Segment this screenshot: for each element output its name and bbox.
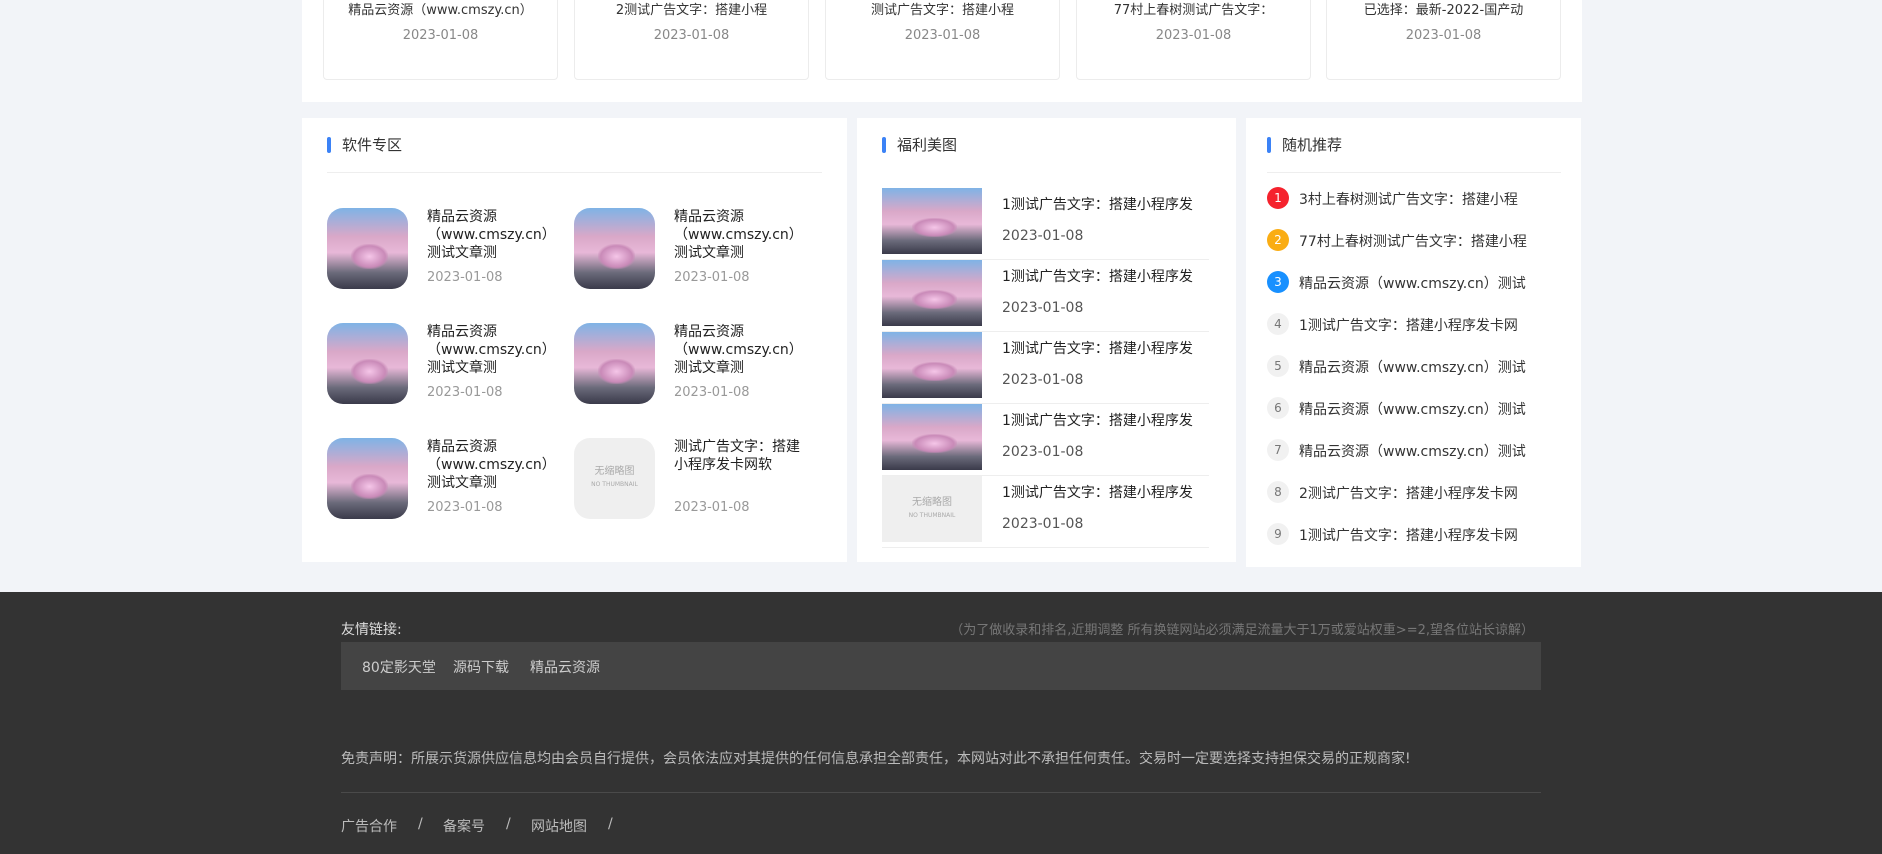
random-item-title[interactable]: 1测试广告文字：搭建小程序发卡网	[1299, 315, 1549, 335]
fuli-item[interactable]: 1测试广告文字：搭建小程序发 2023-01-08	[882, 404, 1209, 476]
random-item-title[interactable]: 1测试广告文字：搭建小程序发卡网	[1299, 525, 1549, 545]
fuli-item-title[interactable]: 1测试广告文字：搭建小程序发	[1002, 194, 1209, 214]
fuli-item[interactable]: 1测试广告文字：搭建小程序发 2023-01-08	[882, 332, 1209, 404]
friend-link[interactable]: 源码下载	[453, 657, 509, 677]
fuli-section-title: 福利美图	[882, 136, 957, 154]
software-item-date: 2023-01-08	[427, 270, 503, 285]
top-article-date: 2023-01-08	[402, 28, 479, 43]
footer-link-beian[interactable]: 备案号	[443, 816, 485, 836]
top-article-title[interactable]: 已选择：最新-2022-国产动	[1327, 0, 1560, 18]
fuli-item[interactable]: 1测试广告文字：搭建小程序发 2023-01-08	[882, 260, 1209, 332]
fuli-item[interactable]: 1测试广告文字：搭建小程序发 2023-01-08	[882, 188, 1209, 260]
top-article-title[interactable]: 测试广告文字：搭建小程	[826, 0, 1059, 18]
fuli-item-title[interactable]: 1测试广告文字：搭建小程序发	[1002, 482, 1209, 502]
software-item-date: 2023-01-08	[674, 385, 750, 400]
fuli-item-date: 2023-01-08	[1002, 228, 1084, 244]
random-item-title[interactable]: 3村上春树测试广告文字：搭建小程	[1299, 189, 1549, 209]
random-item-title[interactable]: 77村上春树测试广告文字：搭建小程	[1299, 231, 1549, 251]
fuli-item-title[interactable]: 1测试广告文字：搭建小程序发	[1002, 266, 1209, 286]
rank-number-badge: 7	[1267, 439, 1289, 461]
thumbnail-image[interactable]	[882, 260, 982, 326]
rank-number-badge: 2	[1267, 229, 1289, 251]
software-item[interactable]: 精品云资源（www.cmszy.cn）测试文章测 2023-01-08	[327, 438, 557, 520]
software-item[interactable]: 精品云资源（www.cmszy.cn）测试文章测 2023-01-08	[574, 208, 804, 290]
software-item-date: 2023-01-08	[427, 500, 503, 515]
fuli-item-title[interactable]: 1测试广告文字：搭建小程序发	[1002, 338, 1209, 358]
no-thumbnail-image[interactable]: 无缩略图 NO THUMBNAIL	[574, 438, 655, 519]
software-item[interactable]: 精品云资源（www.cmszy.cn）测试文章测 2023-01-08	[327, 208, 557, 290]
footer-separator: /	[506, 816, 511, 832]
top-article-title[interactable]: 2测试广告文字：搭建小程	[575, 0, 808, 18]
software-item-title[interactable]: 精品云资源（www.cmszy.cn）测试文章测	[427, 323, 557, 377]
footer-divider	[341, 792, 1541, 793]
friend-links-label: 友情链接:	[341, 622, 402, 638]
thumbnail-image[interactable]	[882, 404, 982, 470]
rank-number-badge: 5	[1267, 355, 1289, 377]
top-article-date: 2023-01-08	[653, 28, 730, 43]
software-divider	[327, 172, 822, 173]
footer-link-sitemap[interactable]: 网站地图	[531, 816, 587, 836]
rank-number-badge: 3	[1267, 271, 1289, 293]
random-item-title[interactable]: 精品云资源（www.cmszy.cn）测试	[1299, 441, 1549, 461]
fuli-item[interactable]: 无缩略图 NO THUMBNAIL 1测试广告文字：搭建小程序发 2023-01-08	[882, 476, 1209, 548]
friend-link[interactable]: 精品云资源	[530, 657, 600, 677]
random-item-title[interactable]: 精品云资源（www.cmszy.cn）测试	[1299, 399, 1549, 419]
thumbnail-image[interactable]	[327, 323, 408, 404]
friend-links-note: （为了做收录和排名,近期调整 所有换链网站必须满足流量大于1万或爱站权重>=2,…	[950, 623, 1534, 638]
top-article-card[interactable]: 已选择：最新-2022-国产动 2023-01-08	[1326, 0, 1561, 80]
rank-number-badge: 9	[1267, 523, 1289, 545]
software-item[interactable]: 无缩略图 NO THUMBNAIL 测试广告文字：搭建小程序发卡网软 2023-01-…	[574, 438, 804, 520]
rank-number-badge: 4	[1267, 313, 1289, 335]
disclaimer-text: 免责声明：所展示货源供应信息均由会员自行提供，会员依法应对其提供的任何信息承担全…	[341, 751, 1411, 767]
thumbnail-image[interactable]	[327, 438, 408, 519]
top-article-date: 2023-01-08	[1155, 28, 1232, 43]
fuli-item-date: 2023-01-08	[1002, 372, 1084, 388]
software-item-title[interactable]: 精品云资源（www.cmszy.cn）测试文章测	[427, 438, 557, 492]
top-article-title[interactable]: 精品云资源（www.cmszy.cn）	[324, 0, 557, 18]
top-article-card[interactable]: 77村上春树测试广告文字： 2023-01-08	[1076, 0, 1311, 80]
footer-separator: /	[608, 816, 613, 832]
no-thumbnail-image[interactable]: 无缩略图 NO THUMBNAIL	[882, 476, 982, 542]
rank-number-badge: 6	[1267, 397, 1289, 419]
random-item-title[interactable]: 精品云资源（www.cmszy.cn）测试	[1299, 273, 1549, 293]
thumbnail-image[interactable]	[574, 208, 655, 289]
software-item[interactable]: 精品云资源（www.cmszy.cn）测试文章测 2023-01-08	[574, 323, 804, 405]
rank-number-badge: 8	[1267, 481, 1289, 503]
top-article-card[interactable]: 精品云资源（www.cmszy.cn） 2023-01-08	[323, 0, 558, 80]
top-article-card[interactable]: 2测试广告文字：搭建小程 2023-01-08	[574, 0, 809, 80]
friend-link[interactable]: 80定影天堂	[362, 657, 436, 677]
thumbnail-image[interactable]	[882, 332, 982, 398]
software-item-title[interactable]: 测试广告文字：搭建小程序发卡网软	[674, 438, 804, 474]
software-item[interactable]: 精品云资源（www.cmszy.cn）测试文章测 2023-01-08	[327, 323, 557, 405]
thumbnail-image[interactable]	[882, 188, 982, 254]
software-item-title[interactable]: 精品云资源（www.cmszy.cn）测试文章测	[674, 208, 804, 262]
software-item-date: 2023-01-08	[674, 500, 750, 515]
fuli-item-date: 2023-01-08	[1002, 516, 1084, 532]
software-item-title[interactable]: 精品云资源（www.cmszy.cn）测试文章测	[427, 208, 557, 262]
thumbnail-image[interactable]	[574, 323, 655, 404]
fuli-item-title[interactable]: 1测试广告文字：搭建小程序发	[1002, 410, 1209, 430]
footer	[0, 592, 1882, 854]
fuli-item-date: 2023-01-08	[1002, 444, 1084, 460]
top-article-date: 2023-01-08	[904, 28, 981, 43]
software-item-date: 2023-01-08	[674, 270, 750, 285]
fuli-item-date: 2023-01-08	[1002, 300, 1084, 316]
thumbnail-image[interactable]	[327, 208, 408, 289]
top-article-card[interactable]: 测试广告文字：搭建小程 2023-01-08	[825, 0, 1060, 80]
random-divider	[1267, 172, 1561, 173]
software-item-title[interactable]: 精品云资源（www.cmszy.cn）测试文章测	[674, 323, 804, 377]
top-article-title[interactable]: 77村上春树测试广告文字：	[1077, 0, 1310, 18]
random-section-title: 随机推荐	[1267, 136, 1342, 154]
footer-separator: /	[418, 816, 423, 832]
random-item-title[interactable]: 精品云资源（www.cmszy.cn）测试	[1299, 357, 1549, 377]
rank-number-badge: 1	[1267, 187, 1289, 209]
software-section-title: 软件专区	[327, 136, 402, 154]
footer-link-ad[interactable]: 广告合作	[341, 816, 397, 836]
top-article-date: 2023-01-08	[1405, 28, 1482, 43]
software-item-date: 2023-01-08	[427, 385, 503, 400]
random-item-title[interactable]: 2测试广告文字：搭建小程序发卡网	[1299, 483, 1549, 503]
friend-links-bar: 80定影天堂 源码下载 精品云资源	[341, 642, 1541, 690]
